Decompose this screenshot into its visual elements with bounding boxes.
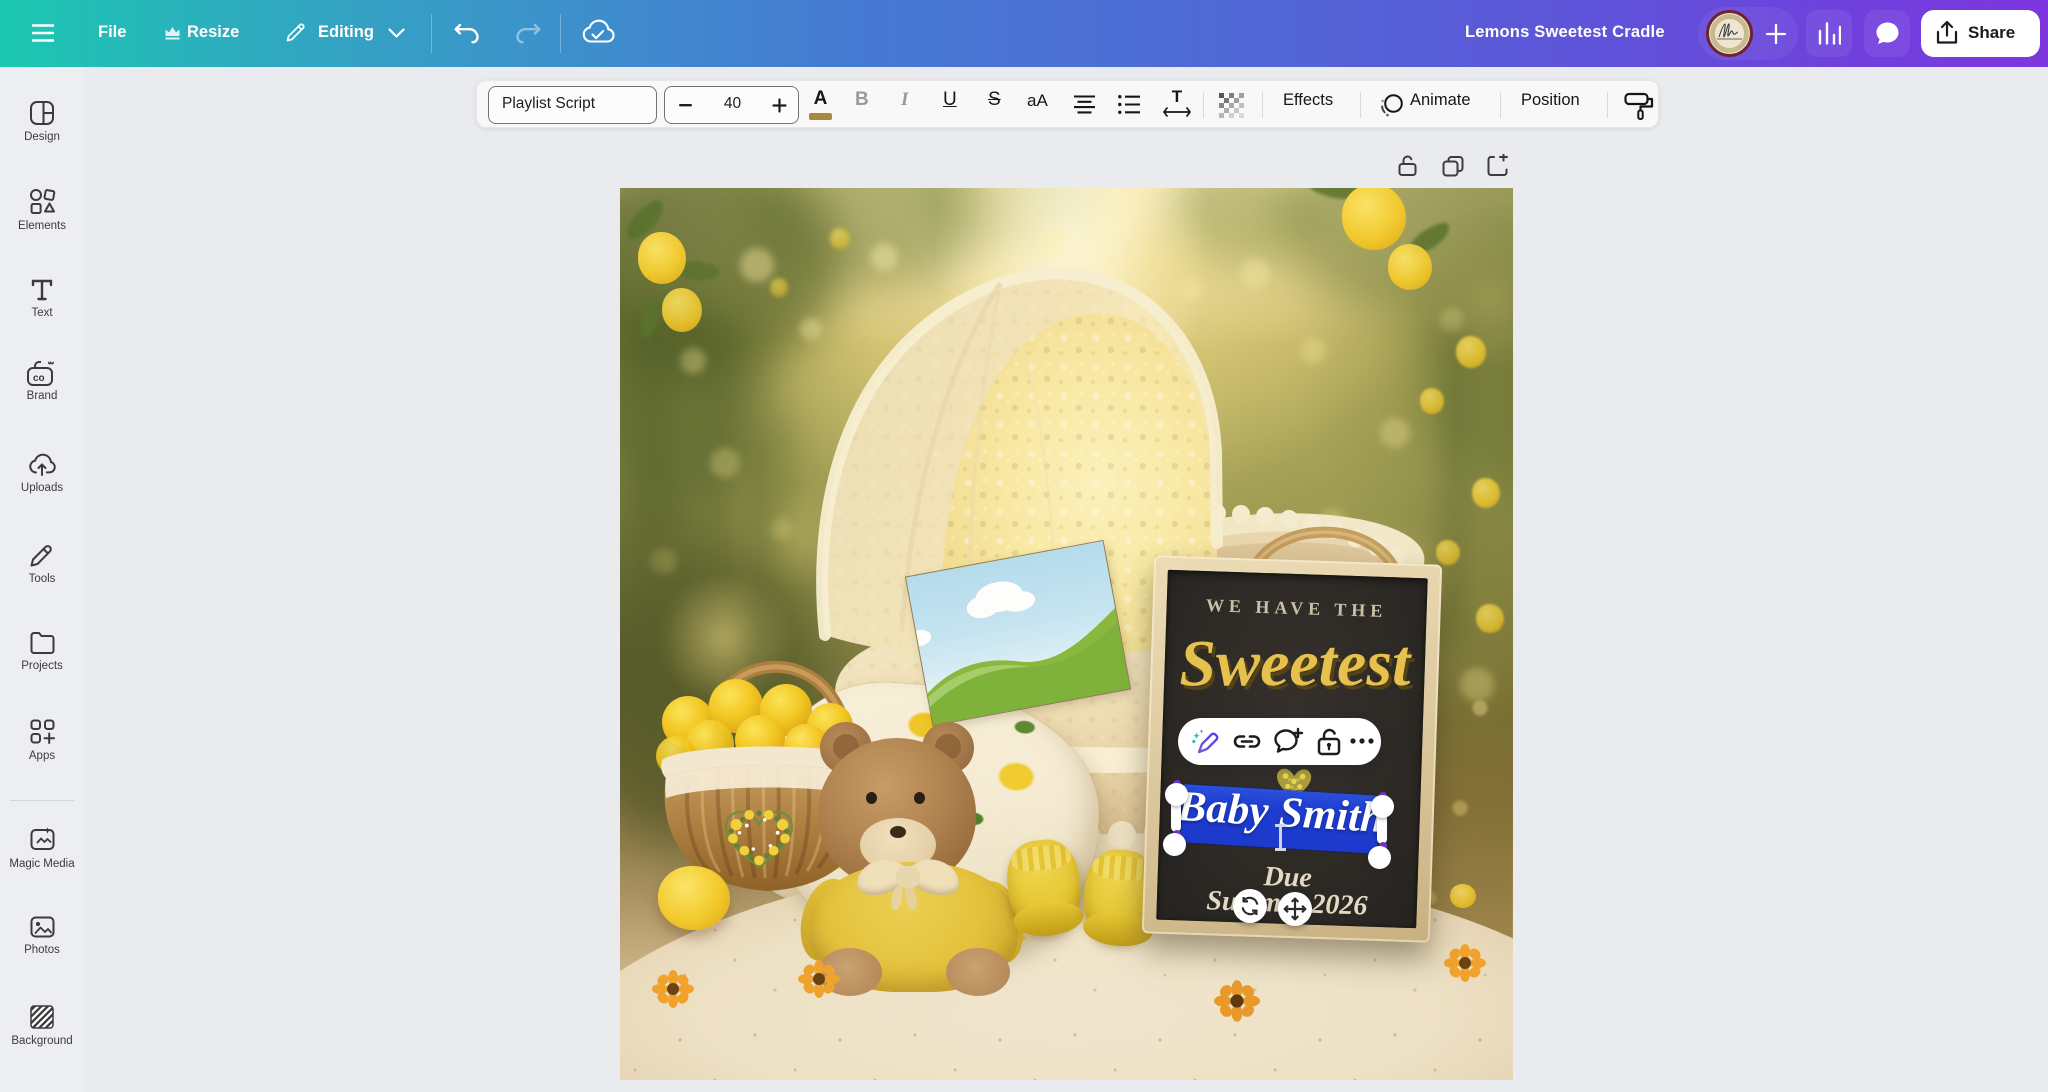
svg-text:co: co xyxy=(33,373,45,384)
